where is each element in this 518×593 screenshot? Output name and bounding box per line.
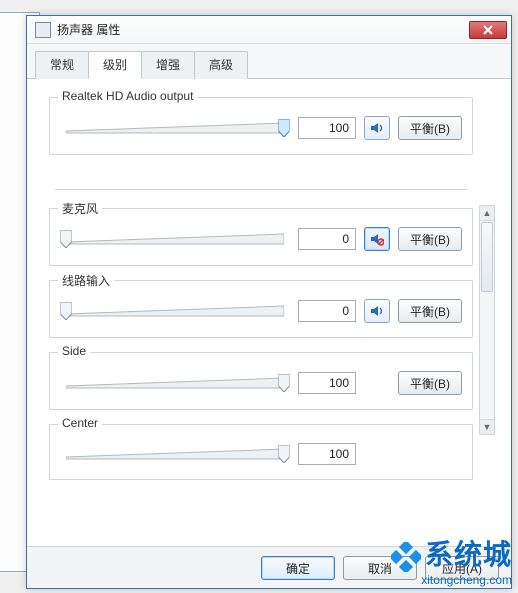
group-mic: 麦克风 0 (49, 208, 473, 266)
close-icon (483, 25, 493, 35)
value-side[interactable]: 100 (298, 372, 356, 394)
slider-side[interactable] (66, 373, 284, 393)
tab-levels[interactable]: 级别 (88, 51, 142, 79)
group-label-center: Center (58, 416, 102, 430)
mute-button-linein[interactable] (364, 299, 390, 323)
slider-linein[interactable] (66, 301, 284, 321)
slider-center[interactable] (66, 444, 284, 464)
tab-content: Realtek HD Audio output 100 平衡(B) (27, 79, 511, 546)
balance-button-linein[interactable]: 平衡(B) (398, 299, 462, 323)
speaker-icon (370, 121, 384, 135)
speaker-icon (370, 304, 384, 318)
speaker-muted-icon (370, 232, 384, 246)
scroll-down-arrow[interactable]: ▼ (480, 419, 494, 434)
value-linein[interactable]: 0 (298, 300, 356, 322)
mute-button-mic[interactable] (364, 227, 390, 251)
tab-advanced[interactable]: 高级 (194, 51, 248, 79)
slider-output[interactable] (66, 118, 284, 138)
scroll-up-arrow[interactable]: ▲ (480, 206, 494, 221)
group-output: Realtek HD Audio output 100 平衡(B) (49, 97, 473, 155)
mute-button-output[interactable] (364, 116, 390, 140)
separator (55, 189, 467, 190)
dialog-footer: 确定 取消 应用(A) (27, 546, 511, 588)
group-center: Center 100 (49, 424, 473, 480)
scroll-thumb[interactable] (481, 222, 493, 292)
slider-mic[interactable] (66, 229, 284, 249)
value-center[interactable]: 100 (298, 443, 356, 465)
group-linein: 线路输入 0 平衡(B) (49, 280, 473, 338)
tab-strip: 常规 级别 增强 高级 (27, 44, 511, 79)
group-label-output: Realtek HD Audio output (58, 89, 197, 103)
value-output[interactable]: 100 (298, 117, 356, 139)
window-icon (35, 22, 51, 38)
cancel-button[interactable]: 取消 (343, 556, 417, 580)
value-mic[interactable]: 0 (298, 228, 356, 250)
balance-button-output[interactable]: 平衡(B) (398, 116, 462, 140)
window-title: 扬声器 属性 (57, 21, 469, 38)
group-label-side: Side (58, 344, 90, 358)
balance-button-side[interactable]: 平衡(B) (398, 371, 462, 395)
apply-button[interactable]: 应用(A) (425, 556, 499, 580)
dialog-window: 扬声器 属性 常规 级别 增强 高级 Realtek HD Audio outp… (26, 15, 512, 589)
balance-button-mic[interactable]: 平衡(B) (398, 227, 462, 251)
group-label-mic: 麦克风 (58, 200, 102, 217)
close-button[interactable] (469, 21, 507, 39)
group-side: Side 100 平衡(B) (49, 352, 473, 410)
ok-button[interactable]: 确定 (261, 556, 335, 580)
tab-general[interactable]: 常规 (35, 51, 89, 79)
tab-enhance[interactable]: 增强 (141, 51, 195, 79)
titlebar[interactable]: 扬声器 属性 (27, 16, 511, 44)
group-label-linein: 线路输入 (58, 272, 114, 289)
vertical-scrollbar[interactable]: ▲ ▼ (479, 205, 495, 435)
